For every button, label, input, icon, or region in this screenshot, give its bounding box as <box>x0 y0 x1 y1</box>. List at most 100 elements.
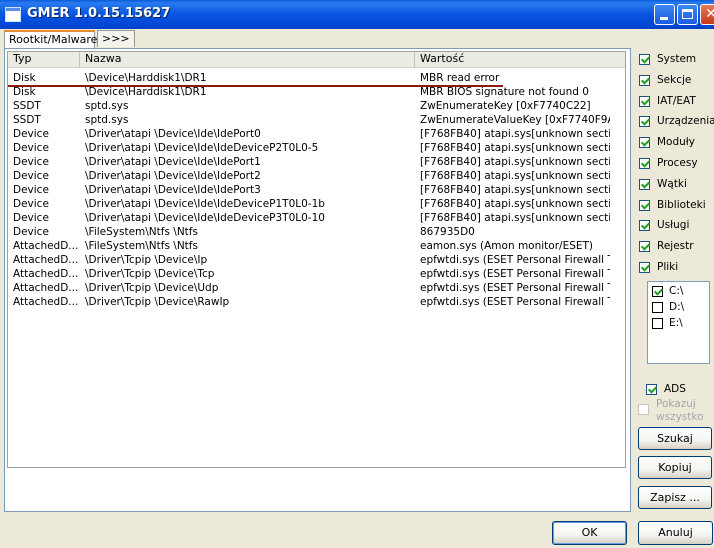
cell-type: Device <box>13 156 49 168</box>
show-all-label-line2: wszystko <box>656 411 704 423</box>
column-header-type[interactable]: Typ <box>8 52 80 67</box>
table-row[interactable]: Device \Driver\atapi \Device\Ide\IdeDevic… <box>8 211 625 225</box>
table-row[interactable]: SSDT sptd.sys ZwEnumerateKey [0xF7740C22] <box>8 99 625 113</box>
option-threads-checkbox[interactable]: Wątki <box>639 177 714 193</box>
table-row[interactable]: AttachedD... \Driver\Tcpip \Device\RawIp e… <box>8 295 625 309</box>
option-registry-checkbox[interactable]: Rejestr <box>639 239 714 255</box>
cell-value: ZwEnumerateValueKey [0xF7740F9A] <box>420 114 610 126</box>
check-box[interactable] <box>639 116 650 128</box>
tab-more[interactable]: >>> <box>97 30 135 47</box>
minimize-button[interactable] <box>654 4 675 25</box>
table-row[interactable]: Device \Driver\atapi \Device\Ide\IdePort3… <box>8 183 625 197</box>
cell-type: Disk <box>13 72 36 84</box>
cell-name: \Driver\atapi \Device\Ide\IdePort1 <box>85 156 261 168</box>
table-row[interactable]: SSDT sptd.sys ZwEnumerateValueKey [0xF7740… <box>8 113 625 127</box>
window-title: GMER 1.0.15.15627 <box>27 6 171 21</box>
ok-button[interactable]: OK <box>552 521 627 545</box>
option-files-checkbox[interactable]: Pliki <box>639 260 714 276</box>
column-header-value[interactable]: Wartość <box>415 52 625 67</box>
tab-rootkit-malware[interactable]: Rootkit/Malware <box>4 30 97 48</box>
check-box[interactable] <box>639 137 650 149</box>
table-row[interactable]: AttachedD... \FileSystem\Ntfs \Ntfs eamon.… <box>8 239 625 253</box>
table-row[interactable]: AttachedD... \Driver\Tcpip \Device\Ip epfw… <box>8 253 625 267</box>
save-button[interactable]: Zapisz ... <box>638 486 712 509</box>
title-bar: GMER 1.0.15.15627 ✕ <box>0 0 714 29</box>
results-list[interactable]: Typ Nazwa Wartość Disk \Device\Harddisk1\… <box>7 51 626 468</box>
drive-item[interactable]: D:\ <box>652 300 702 316</box>
check-box[interactable] <box>639 241 650 253</box>
check-box[interactable] <box>639 74 650 86</box>
copy-button[interactable]: Kopiuj <box>638 456 712 479</box>
option-label: Procesy <box>657 157 698 169</box>
table-row[interactable]: Device \Driver\atapi \Device\Ide\IdePort1… <box>8 155 625 169</box>
option-devices-checkbox[interactable]: Urządzenia <box>639 114 714 130</box>
drive-label: E:\ <box>669 317 683 329</box>
table-row[interactable]: Disk \Device\Harddisk1\DR1 MBR read error <box>8 71 625 85</box>
table-row[interactable]: Device \Driver\atapi \Device\Ide\IdePort2… <box>8 169 625 183</box>
annotation-underline <box>8 85 503 87</box>
drive-item[interactable]: C:\ <box>652 284 702 300</box>
show-all-checkbox[interactable] <box>638 404 649 415</box>
cell-name: \Driver\Tcpip \Device\Ip <box>85 254 208 266</box>
option-iat-eat-checkbox[interactable]: IAT/EAT <box>639 94 714 110</box>
column-header-name[interactable]: Nazwa <box>80 52 415 67</box>
cell-name: \Driver\atapi \Device\Ide\IdePort2 <box>85 170 261 182</box>
cell-value: eamon.sys (Amon monitor/ESET) <box>420 240 594 252</box>
cell-name: \Driver\atapi \Device\Ide\IdeDeviceP2T0L… <box>85 142 319 154</box>
check-box[interactable] <box>639 262 650 273</box>
option-label: Urządzenia <box>657 115 714 128</box>
cancel-button[interactable]: Anuluj <box>638 521 713 545</box>
cell-type: Device <box>13 212 49 224</box>
cell-value: [F768FB40] atapi.sys[unknown sectio... <box>420 184 610 196</box>
option-label: Biblioteki <box>657 198 706 211</box>
cell-value: MBR BIOS signature not found 0 <box>420 86 589 98</box>
check-box[interactable] <box>639 178 650 190</box>
table-row[interactable]: AttachedD... \Driver\Tcpip \Device\Udp epf… <box>8 281 625 295</box>
cell-name: \Driver\Tcpip \Device\RawIp <box>85 296 230 308</box>
table-row[interactable]: Device \Driver\atapi \Device\Ide\IdePort0… <box>8 127 625 141</box>
option-processes-checkbox[interactable]: Procesy <box>639 156 714 172</box>
table-row[interactable]: Device \Driver\atapi \Device\Ide\IdeDevic… <box>8 197 625 211</box>
cell-value: epfwtdi.sys (ESET Personal Firewall T... <box>420 268 610 280</box>
drive-item[interactable]: E:\ <box>652 316 702 332</box>
table-row[interactable]: Device \Driver\atapi \Device\Ide\IdeDevic… <box>8 141 625 155</box>
check-box[interactable] <box>639 199 650 211</box>
cell-value: [F768FB40] atapi.sys[unknown sectio... <box>420 212 610 224</box>
option-label: Rejestr <box>657 240 694 253</box>
table-row[interactable]: AttachedD... \Driver\Tcpip \Device\Tcp epf… <box>8 267 625 281</box>
table-row[interactable]: Device \FileSystem\Ntfs \Ntfs 867935D0 <box>8 225 625 239</box>
option-modules-checkbox[interactable]: Moduły <box>639 135 714 151</box>
cell-name: sptd.sys <box>85 100 129 112</box>
option-label: Moduły <box>657 136 696 149</box>
table-row[interactable]: Disk \Device\Harddisk1\DR1 MBR BIOS signat… <box>8 85 625 99</box>
cell-name: sptd.sys <box>85 114 129 126</box>
check-box[interactable] <box>639 95 650 107</box>
drive-check-box[interactable] <box>652 318 663 329</box>
check-box[interactable] <box>639 220 650 232</box>
drive-check-box[interactable] <box>652 286 663 297</box>
option-system-checkbox[interactable]: System <box>639 52 714 68</box>
drive-list[interactable]: C:\ D:\ E:\ <box>647 281 710 364</box>
ads-checkbox[interactable]: ADS <box>646 382 714 398</box>
list-header: Typ Nazwa Wartość <box>8 52 625 68</box>
drive-label: D:\ <box>669 301 685 313</box>
drive-check-box[interactable] <box>652 302 663 313</box>
ads-check-box[interactable] <box>646 384 657 395</box>
cell-name: \Driver\Tcpip \Device\Tcp <box>85 268 215 280</box>
maximize-button[interactable] <box>677 4 698 25</box>
cell-type: AttachedD... <box>13 282 79 294</box>
check-box[interactable] <box>639 54 650 65</box>
cell-type: Device <box>13 184 49 196</box>
drive-label: C:\ <box>669 285 684 297</box>
cell-type: AttachedD... <box>13 240 79 252</box>
show-all-label-line1: Pokazuj <box>656 398 696 410</box>
cell-type: Device <box>13 226 49 238</box>
cell-type: Device <box>13 170 49 182</box>
option-libraries-checkbox[interactable]: Biblioteki <box>639 198 714 214</box>
check-box[interactable] <box>639 158 650 169</box>
scan-button[interactable]: Szukaj <box>638 427 712 450</box>
close-button[interactable]: ✕ <box>700 4 714 25</box>
cell-type: Device <box>13 198 49 210</box>
option-services-checkbox[interactable]: Usługi <box>639 218 714 234</box>
option-sections-checkbox[interactable]: Sekcje <box>639 73 714 89</box>
